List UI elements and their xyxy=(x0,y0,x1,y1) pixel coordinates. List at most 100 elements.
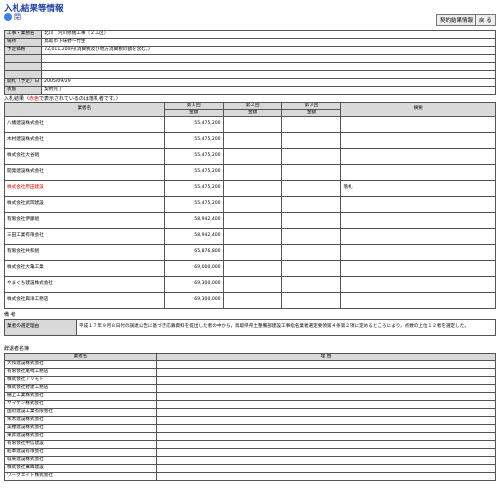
bidder-name: 八幡建設株式会社 xyxy=(4,116,165,133)
col-header-round1: 第１回 xyxy=(163,102,224,110)
decline-row: ワークエイト株式会社 xyxy=(4,472,496,481)
decline-row: 樋上工業株式会社 xyxy=(4,392,496,401)
bid-amount: 55,475,200 xyxy=(163,132,224,149)
table-row: 株式会社興洋工務店 69,300,000 xyxy=(4,292,496,309)
close-link[interactable]: 閉 xyxy=(4,12,21,22)
bid-note: 入札結果（赤色で表示されているのは落札者です。） xyxy=(4,95,121,102)
bid-amount: 55,475,200 xyxy=(163,196,224,213)
bid-amount: 55,475,200 xyxy=(163,164,224,181)
info-label: 工事・業務名 xyxy=(3,30,43,39)
col-header-remarks: 摘要 xyxy=(340,102,496,117)
decline-row: 船本建設有限会社 xyxy=(4,448,496,457)
decliner-name: ヤマケン株式会社 xyxy=(4,400,157,409)
bidder-name: 株式会社興洋工務店 xyxy=(4,292,165,309)
decline-row: ヤマケン株式会社 xyxy=(4,400,496,409)
bid-amount: 69,300,000 xyxy=(163,292,224,309)
info-label: 開札（予定）日 xyxy=(3,78,43,87)
decliner-name: 株式会社アリモト xyxy=(4,376,157,385)
bid-remark xyxy=(340,132,496,149)
page: 入札結果等情報 閉 契約結果情報 戻 る 工事・業務名 北川 河川修繕工事（２工区… xyxy=(0,0,500,491)
close-label: 閉 xyxy=(14,13,21,21)
decline-row: 城東建設株式会社 xyxy=(4,456,496,465)
bidder-name-winner: 株式会社原田建設 xyxy=(4,180,165,197)
decliner-name: 株式会社鷲峰建設 xyxy=(4,464,157,473)
decline-row: 株式会社鷲峰建設 xyxy=(4,464,496,473)
col-header-amount: 金額 xyxy=(222,109,283,117)
close-icon xyxy=(4,13,12,21)
table-row: 八幡建設株式会社 55,475,200 xyxy=(4,116,496,133)
remarks-heading: 備 考 xyxy=(4,312,16,318)
decliner-name: 株式会社野建工務店 xyxy=(4,384,157,393)
info-value: 72,011,200円(消費税及び地方消費税の額を含む。) xyxy=(41,46,496,55)
col-header-amount: 金額 xyxy=(163,109,224,117)
decliner-name: 東昇建設株式会社 xyxy=(4,432,157,441)
table-row: 株式会社大谷組 55,475,200 xyxy=(4,148,496,165)
bidder-name: 三田工業有限会社 xyxy=(4,228,165,245)
bidder-name: 木村建設株式会社 xyxy=(4,132,165,149)
decliner-name: 有限会社中信建設 xyxy=(4,440,157,449)
bidder-name: 株式会社武岡建設 xyxy=(4,196,165,213)
info-value: 北川 河川修繕工事（２工区） xyxy=(41,30,496,39)
info-label xyxy=(3,54,43,63)
info-label xyxy=(3,70,43,79)
bid-remark xyxy=(340,228,496,245)
decliner-name: ワークエイト株式会社 xyxy=(4,472,157,481)
decline-row: 有限会社中信建設 xyxy=(4,440,496,449)
decline-row: 国府建設工業有限会社 xyxy=(4,408,496,417)
remarks-table: 業者の選定理由 平成１７年９月８日付の調達公告に基づき応募資料を提出した者の中か… xyxy=(4,319,496,336)
selection-reason-label: 業者の選定理由 xyxy=(4,319,77,336)
bid-amount: 55,475,200 xyxy=(163,180,224,197)
col-header-round3: 第３回 xyxy=(281,102,342,110)
table-row: 木村建設株式会社 55,475,200 xyxy=(4,132,496,149)
decline-row: 美穂建設株式会社 xyxy=(4,424,496,433)
decline-heading: 辞退者名簿 xyxy=(4,346,30,352)
bid-amount: 69,300,000 xyxy=(163,276,224,293)
decliner-name: 樋上工業株式会社 xyxy=(4,392,157,401)
table-row: 株式会社大亀工業 69,000,000 xyxy=(4,260,496,277)
col-header-name: 業者名 xyxy=(4,102,165,117)
table-row: 三田工業有限会社 58,942,400 xyxy=(4,228,496,245)
info-label: 状態 xyxy=(3,86,43,95)
decliner-name: 国府建設工業有限会社 xyxy=(4,408,157,417)
bidder-name: 開発建設株式会社 xyxy=(4,164,165,181)
decline-header-reason: 理 由 xyxy=(156,353,496,361)
selection-reason-text: 平成１７年９月８日付の調達公告に基づき応募資料を提出した者の中から，鳥取県県土整… xyxy=(76,319,496,336)
decline-row: 東昇建設株式会社 xyxy=(4,432,496,441)
bid-remark xyxy=(340,196,496,213)
info-label xyxy=(3,62,43,71)
decline-row: 株式会社野建工務店 xyxy=(4,384,496,393)
decliner-name: 城東建設株式会社 xyxy=(4,456,157,465)
decliner-name: 有限会社尾崎工務店 xyxy=(4,368,157,377)
bid-remark xyxy=(340,244,496,261)
info-value: 契約完了 xyxy=(41,86,496,95)
bid-amount: 58,942,400 xyxy=(163,228,224,245)
info-table: 工事・業務名 北川 河川修繕工事（２工区） 場所 鳥取市下味野～竹生 予定価格 72,… xyxy=(3,30,496,95)
decline-row: 株式会社アリモト xyxy=(4,376,496,385)
table-row: 有限会社共和組 65,876,800 xyxy=(4,244,496,261)
bid-remark xyxy=(340,148,496,165)
bid-amount: 58,942,400 xyxy=(163,212,224,229)
info-value: 2005/09/29 xyxy=(41,78,496,87)
info-label: 予定価格 xyxy=(3,46,43,55)
contract-result-button[interactable]: 契約結果情報 xyxy=(436,14,478,26)
decline-row: 大和建設株式会社 xyxy=(4,360,496,369)
info-value xyxy=(41,62,496,71)
bid-amount: 65,876,800 xyxy=(163,244,224,261)
decline-table: 業者名 理 由 大和建設株式会社 有限会社尾崎工務店 株式会社アリモト 株式会社… xyxy=(4,353,496,481)
decline-header-name: 業者名 xyxy=(4,353,157,361)
back-button[interactable]: 戻 る xyxy=(475,14,496,26)
decliner-name: 栄木建設株式会社 xyxy=(4,416,157,425)
bid-remark xyxy=(340,164,496,181)
decline-row: 有限会社尾崎工務店 xyxy=(4,368,496,377)
bid-remark xyxy=(340,116,496,133)
decliner-name: 美穂建設株式会社 xyxy=(4,424,157,433)
bidder-name: やまぐち建設株式会社 xyxy=(4,276,165,293)
bidder-name: 有限会社伊藤組 xyxy=(4,212,165,229)
table-row: やまぐち建設株式会社 69,300,000 xyxy=(4,276,496,293)
info-value: 鳥取市下味野～竹生 xyxy=(41,38,496,47)
decline-row: 栄木建設株式会社 xyxy=(4,416,496,425)
info-value xyxy=(41,54,496,63)
decliner-name: 大和建設株式会社 xyxy=(4,360,157,369)
bidder-name: 有限会社共和組 xyxy=(4,244,165,261)
bid-amount: 55,475,200 xyxy=(163,116,224,133)
